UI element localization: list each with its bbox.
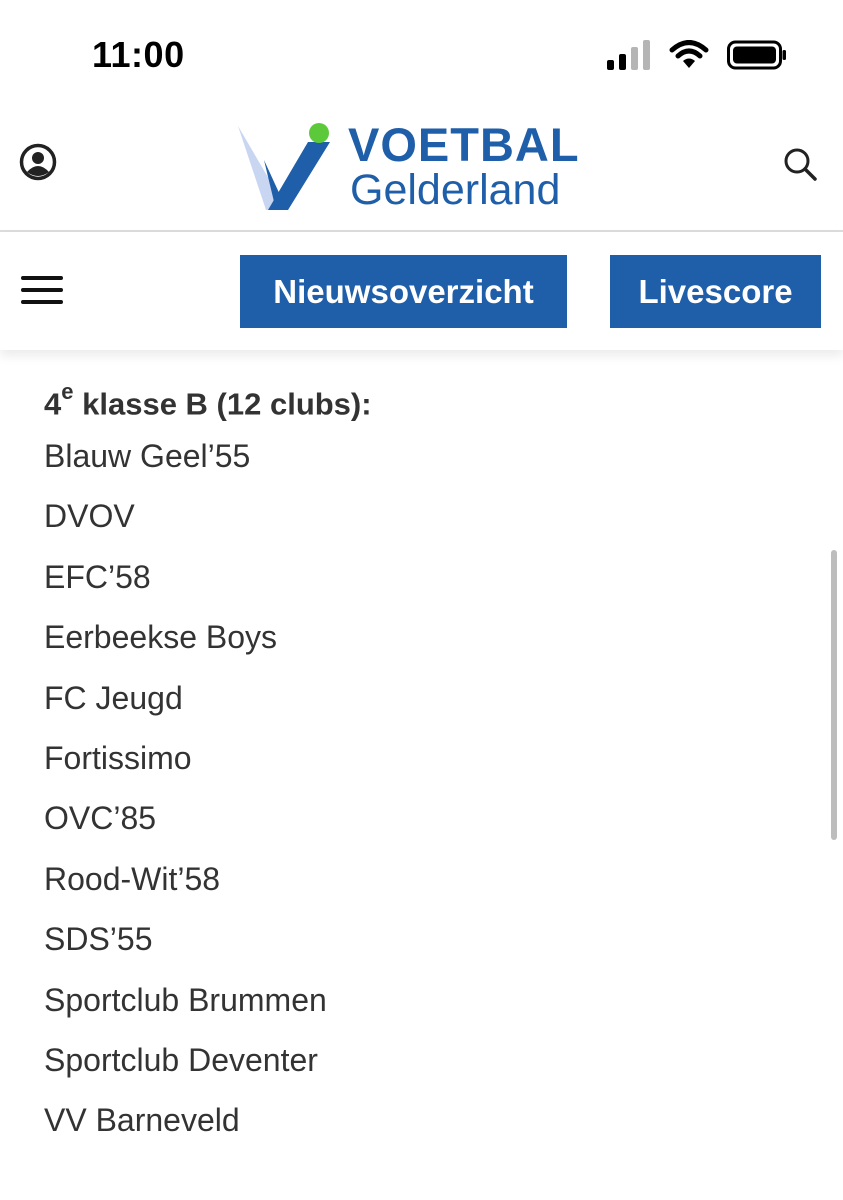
logo-text-line1: VOETBAL	[348, 118, 580, 171]
club-list-item: Blauw Geel’55	[44, 438, 251, 474]
logo-text-line2: Gelderland	[350, 166, 561, 214]
club-list-item: SDS’55	[44, 921, 153, 958]
vertical-scrollbar[interactable]	[831, 550, 837, 840]
site-header: VOETBAL Gelderland	[0, 100, 843, 232]
club-list: Blauw Geel’55 DVOV EFC’58 Eerbeekse Boys…	[44, 426, 804, 1151]
section-title-superscript: e	[61, 379, 74, 404]
user-icon[interactable]	[18, 142, 58, 182]
livescore-button[interactable]: Livescore	[610, 255, 821, 328]
status-time: 11:00	[92, 34, 185, 75]
club-list-item: OVC’85	[44, 800, 157, 837]
club-list-item: VV Barneveld	[44, 1102, 240, 1139]
hamburger-menu-icon[interactable]	[20, 272, 64, 308]
section-title-text: klasse B (12 clubs):	[73, 386, 372, 422]
club-list-item: Sportclub Brummen	[44, 981, 327, 1018]
nieuwsoverzicht-button[interactable]: Nieuwsoverzicht	[240, 255, 567, 328]
nav-bar: Nieuwsoverzicht Livescore	[0, 232, 843, 350]
section-title-number: 4	[44, 386, 62, 422]
wifi-icon	[669, 40, 709, 75]
status-bar: 11:00	[0, 0, 843, 100]
search-icon[interactable]	[780, 144, 820, 184]
logo-mark-icon	[238, 123, 330, 210]
club-list-item: Rood-Wit’58	[44, 860, 221, 897]
status-icons	[607, 40, 787, 75]
site-logo[interactable]: VOETBAL Gelderland	[236, 120, 616, 216]
club-list-item: Fortissimo	[44, 739, 192, 776]
club-list-item: Sportclub Deventer	[44, 1041, 318, 1078]
club-list-item: EFC’58	[44, 558, 151, 595]
section-title: 4e klasse B (12 clubs):	[44, 366, 804, 426]
cellular-signal-icon	[607, 40, 651, 75]
club-list-item: FC Jeugd	[44, 679, 183, 716]
club-list-item: Eerbeekse Boys	[44, 619, 278, 656]
article-content: 4e klasse B (12 clubs): Blauw Geel’55 DV…	[44, 366, 804, 1151]
battery-icon	[727, 40, 787, 75]
club-list-item: DVOV	[44, 498, 135, 535]
